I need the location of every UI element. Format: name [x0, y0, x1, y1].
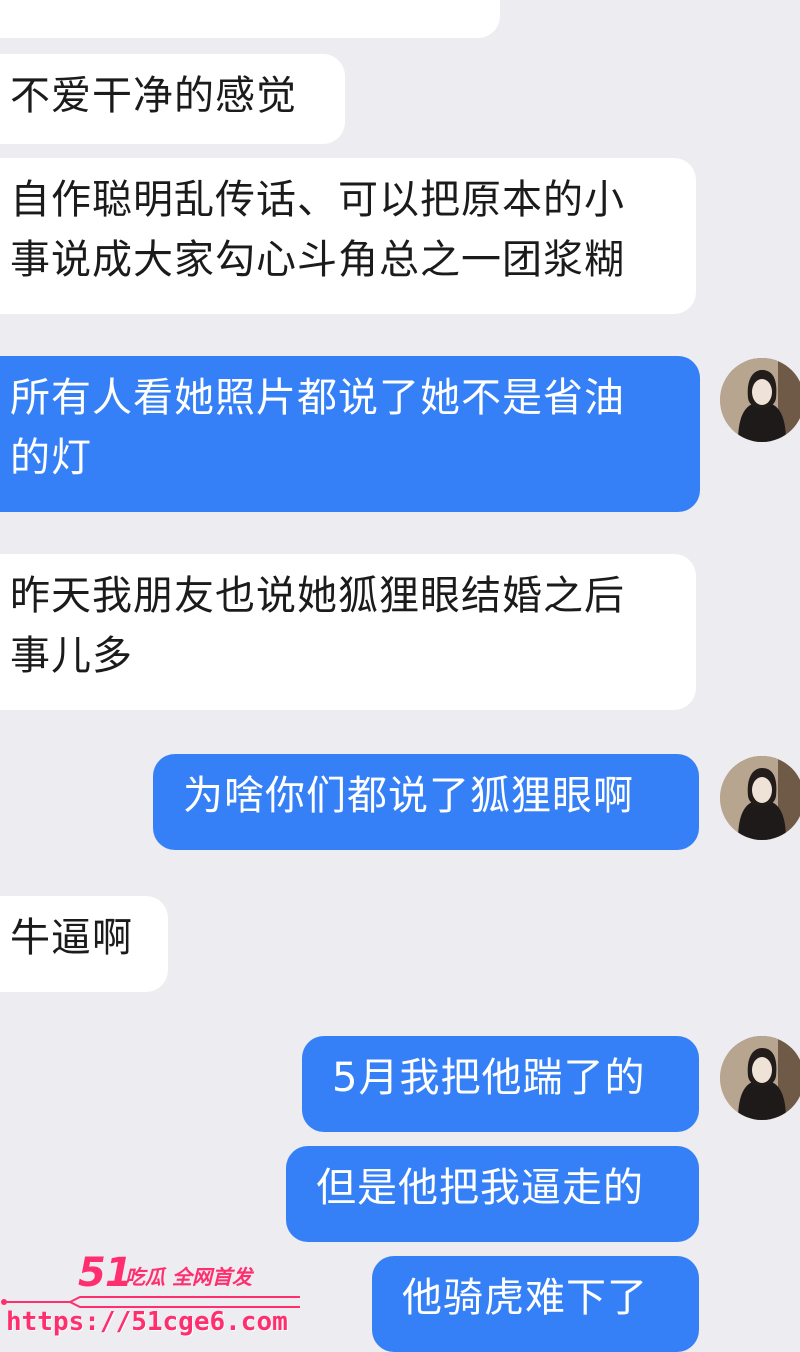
message-bubble-incoming[interactable]: 昨天我朋友也说她狐狸眼结婚之后 事儿多 [0, 554, 696, 710]
message-text: 但是他把我逼走的 [316, 1165, 644, 1211]
message-text: 为啥你们都说了狐狸眼啊 [183, 773, 634, 819]
avatar[interactable] [720, 358, 800, 442]
message-bubble-incoming[interactable]: 不爱干净的感觉 [0, 54, 345, 144]
message-text: 不爱干净的感觉 [10, 73, 297, 119]
watermark-tagline: 吃瓜 全网首发 [125, 1265, 252, 1289]
avatar[interactable] [720, 1036, 800, 1120]
message-text: 所有人看她照片都说了她不是省油 [10, 375, 625, 421]
message-bubble-cutoff[interactable] [0, 0, 500, 38]
chat-conversation: 不爱干净的感觉 自作聪明乱传话、可以把原本的小 事说成大家勾心斗角总之一团浆糊 … [0, 0, 800, 1352]
message-text: 的灯 [10, 435, 92, 481]
message-text: 事儿多 [10, 633, 133, 679]
message-text: 自作聪明乱传话、可以把原本的小 [10, 177, 625, 223]
avatar[interactable] [720, 756, 800, 840]
message-bubble-outgoing[interactable]: 他骑虎难下了 [372, 1256, 699, 1352]
message-bubble-outgoing[interactable]: 但是他把我逼走的 [286, 1146, 699, 1242]
message-text: 事说成大家勾心斗角总之一团浆糊 [10, 237, 625, 283]
message-bubble-incoming[interactable]: 自作聪明乱传话、可以把原本的小 事说成大家勾心斗角总之一团浆糊 [0, 158, 696, 314]
message-text: 昨天我朋友也说她狐狸眼结婚之后 [10, 573, 625, 619]
message-bubble-incoming[interactable]: 牛逼啊 [0, 896, 168, 992]
message-bubble-outgoing[interactable]: 5月我把他踹了的 [302, 1036, 699, 1132]
message-text: 牛逼啊 [10, 915, 133, 961]
watermark-url: https://51cge6.com [6, 1307, 288, 1337]
message-text: 5月我把他踹了的 [332, 1055, 646, 1101]
watermark-logo: 51 [78, 1250, 133, 1296]
message-text: 他骑虎难下了 [402, 1275, 648, 1321]
site-watermark: 51 吃瓜 全网首发 https://51cge6.com [0, 1251, 300, 1341]
message-bubble-outgoing[interactable]: 为啥你们都说了狐狸眼啊 [153, 754, 699, 850]
message-bubble-outgoing[interactable]: 所有人看她照片都说了她不是省油 的灯 [0, 356, 700, 512]
